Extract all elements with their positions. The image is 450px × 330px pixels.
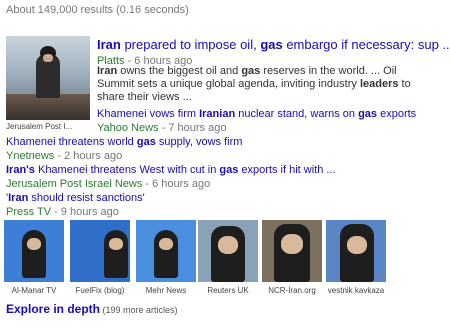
image-caption[interactable]: vestnik kavkaza — [324, 286, 388, 295]
r4-text-b: should resist sanctions' — [28, 192, 145, 204]
image-caption[interactable]: Al-Manar TV — [2, 286, 66, 295]
related-article-3-title[interactable]: Iran's Khamenei threatens West with cut … — [6, 164, 336, 176]
r4-term-a: Iran — [8, 192, 29, 204]
related-article-4-age: - 9 hours ago — [51, 206, 119, 218]
more-articles-count: (199 more articles) — [100, 305, 178, 315]
r1-term-a: Iranian — [199, 108, 236, 120]
snippet-term-gas: gas — [241, 65, 261, 77]
lead-snippet: Iran owns the biggest oil and gas reserv… — [97, 65, 427, 104]
image-face — [281, 234, 303, 254]
related-article-1-age: - 7 hours ago — [158, 122, 227, 134]
image-thumb-reuters[interactable] — [198, 220, 258, 282]
explore-in-depth[interactable]: Explore in depth (199 more articles) — [6, 302, 178, 316]
related-article-4-link[interactable]: 'Iran should resist sanctions' — [6, 192, 145, 204]
related-article-2-title[interactable]: Khamenei threatens world gas supply, vow… — [6, 136, 242, 148]
related-article-4-source[interactable]: Press TV — [6, 206, 51, 218]
snippet-term-leaders: leaders — [359, 78, 399, 90]
title-term-iran: Iran — [97, 37, 121, 52]
image-caption[interactable]: Reuters UK — [196, 286, 260, 295]
r2-term-a: gas — [136, 136, 156, 148]
related-article-1-source-line: Yahoo News - 7 hours ago — [97, 122, 226, 134]
r3-term-a: Iran's — [6, 164, 35, 176]
image-face — [109, 238, 123, 250]
thumbnail-caption[interactable]: Jerusalem Post I... — [6, 122, 72, 131]
image-thumb-al-manar[interactable] — [4, 220, 64, 282]
r2-text-b: supply, vows firm — [155, 136, 243, 148]
related-article-1-source[interactable]: Yahoo News — [97, 122, 159, 134]
image-caption[interactable]: NCR-Iran.org — [260, 286, 324, 295]
image-face — [27, 238, 41, 250]
image-thumb-mehr[interactable] — [136, 220, 196, 282]
r3-text-c: exports if hit with ... — [238, 164, 336, 176]
related-article-2-source-line: Ynetnews - 2 hours ago — [6, 150, 122, 162]
title-text-2: embargo if necessary: sup ... — [282, 37, 450, 52]
r1-term-b: gas — [358, 108, 378, 120]
image-caption[interactable]: FuelFix (blog) — [68, 286, 132, 295]
related-article-3-source-line: Jerusalem Post Israel News - 6 hours ago — [6, 178, 210, 190]
result-stats: About 149,000 results (0.16 seconds) — [6, 4, 189, 16]
image-person — [211, 226, 245, 282]
explore-link[interactable]: Explore in depth — [6, 302, 100, 316]
snippet-term-iran: Iran — [97, 65, 118, 77]
r2-text-a: Khamenei threatens world — [6, 136, 137, 148]
snippet-text-1: owns the biggest oil and — [117, 65, 242, 77]
image-face — [347, 236, 367, 254]
lead-article-thumbnail[interactable] — [6, 36, 90, 120]
related-article-4-source-line: Press TV - 9 hours ago — [6, 206, 119, 218]
related-article-2-age: - 2 hours ago — [54, 150, 123, 162]
image-thumb-vestnik[interactable] — [326, 220, 386, 282]
lead-article-title[interactable]: Iran prepared to impose oil, gas embargo… — [97, 37, 450, 52]
image-caption[interactable]: Mehr News — [134, 286, 198, 295]
title-text-1: prepared to impose oil, — [120, 37, 261, 52]
r1-text-b: nuclear stand, warns on — [235, 108, 359, 120]
related-article-2-source[interactable]: Ynetnews — [6, 150, 54, 162]
image-thumb-fuelfix[interactable] — [70, 220, 130, 282]
title-term-gas: gas — [260, 37, 283, 52]
image-face — [159, 238, 173, 250]
r3-term-b: gas — [219, 164, 239, 176]
related-article-3-age: - 6 hours ago — [142, 178, 211, 190]
thumbnail-face — [43, 54, 53, 62]
image-face — [218, 236, 238, 254]
r3-text-b: Khamenei threatens West with cut in — [34, 164, 220, 176]
related-article-2-link[interactable]: Khamenei threatens world gas supply, vow… — [6, 136, 242, 148]
r1-text-a: Khamenei vows firm — [97, 108, 200, 120]
related-article-1-link[interactable]: Khamenei vows firm Iranian nuclear stand… — [97, 108, 416, 120]
image-thumb-ncr-iran[interactable] — [262, 220, 322, 282]
lead-title-link[interactable]: Iran prepared to impose oil, gas embargo… — [97, 37, 450, 52]
r1-text-c: exports — [377, 108, 417, 120]
related-article-4-title[interactable]: 'Iran should resist sanctions' — [6, 192, 145, 204]
related-article-1-title[interactable]: Khamenei vows firm Iranian nuclear stand… — [97, 108, 416, 120]
related-article-3-link[interactable]: Iran's Khamenei threatens West with cut … — [6, 164, 336, 176]
related-article-3-source[interactable]: Jerusalem Post Israel News — [6, 178, 142, 190]
